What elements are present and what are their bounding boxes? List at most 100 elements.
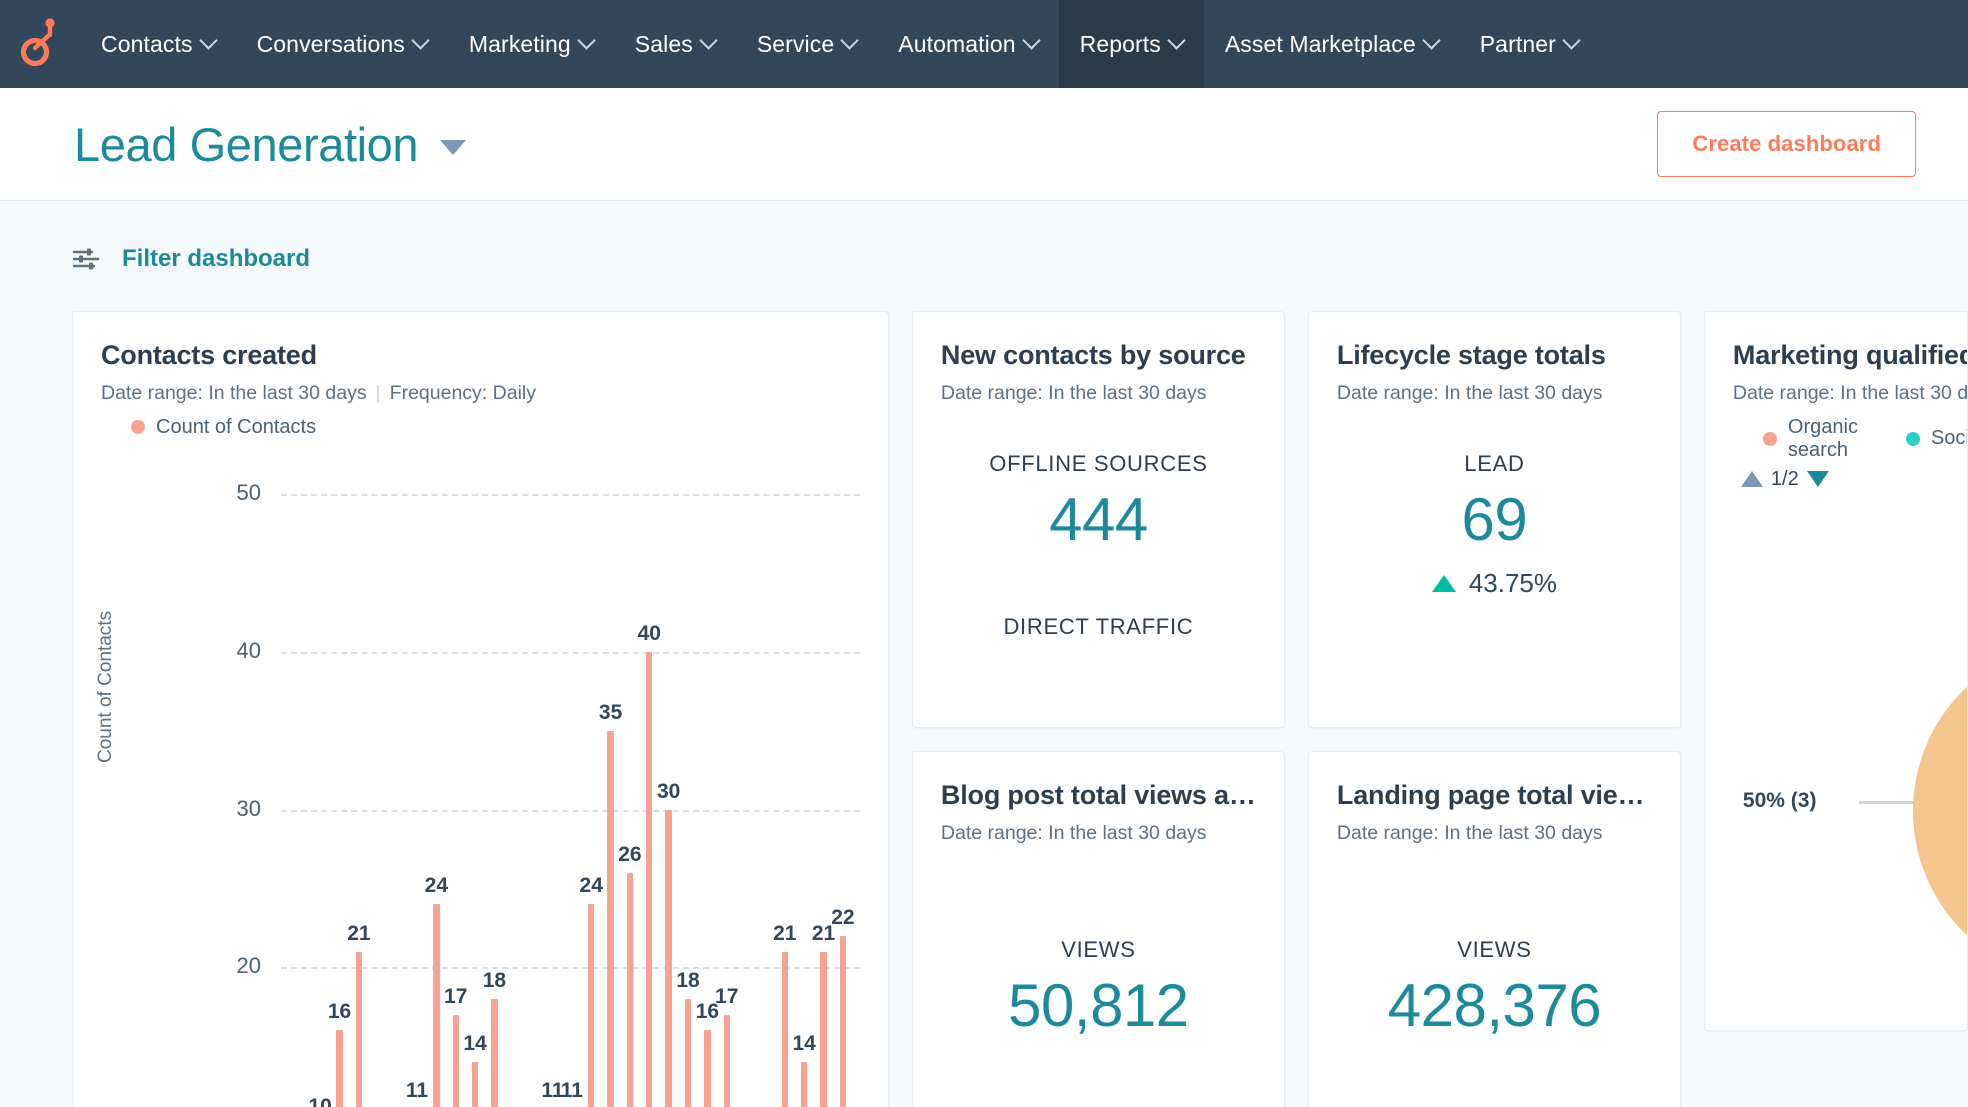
bar-column[interactable]: 18 (676, 463, 700, 1107)
chevron-down-icon (1021, 30, 1041, 50)
bar[interactable] (491, 998, 498, 1107)
bar-column[interactable]: 21 (347, 463, 371, 1107)
nav-item-marketing[interactable]: Marketing (448, 0, 614, 88)
hubspot-logo[interactable] (0, 0, 80, 88)
bar-column[interactable]: 14 (792, 463, 816, 1107)
nav-item-label: Conversations (256, 30, 405, 57)
bar-column[interactable]: 6 (743, 463, 749, 1107)
bar[interactable] (433, 904, 440, 1107)
bar-column[interactable]: 35 (599, 463, 622, 1107)
nav-item-automation[interactable]: Automation (877, 0, 1058, 88)
chevron-down-icon (411, 30, 430, 50)
dashboard-selector[interactable]: Lead Generation (74, 117, 467, 172)
dashboard-card-grid: Contacts created Date range: In the last… (0, 311, 1968, 1107)
kpi-body: VIEWS 428,376 (1337, 845, 1652, 1040)
bar-column[interactable]: 21 (812, 463, 835, 1107)
chart-pagination: 1/2 (1733, 468, 1939, 491)
nav-item-sales[interactable]: Sales (614, 0, 736, 88)
bar-value-label: 18 (676, 968, 700, 992)
bar-column[interactable]: 24 (580, 463, 603, 1107)
y-axis-tick-label: 20 (236, 953, 261, 979)
triangle-up-icon (1431, 574, 1456, 592)
bar[interactable] (588, 904, 595, 1107)
bar[interactable] (626, 872, 634, 1107)
legend-label-organic-search: Organic search (1787, 415, 1858, 461)
chevron-down-icon (1422, 30, 1441, 50)
create-dashboard-button[interactable]: Create dashboard (1657, 111, 1916, 177)
bar-column[interactable]: 16 (328, 463, 351, 1107)
card-date-range: Date range: In the last 30 days (101, 381, 367, 404)
legend-color-swatch (1905, 431, 1920, 446)
kpi-delta-value: 43.75% (1468, 567, 1558, 598)
bar-column[interactable]: 6 (762, 463, 768, 1107)
bar-column[interactable]: 21 (773, 463, 796, 1107)
card-date-range: Date range: In the last 30 days (1336, 821, 1603, 844)
nav-item-label: Automation (898, 30, 1016, 57)
bar[interactable] (452, 1014, 459, 1107)
page-header: Lead Generation Create dashboard (0, 88, 1968, 201)
bar[interactable] (355, 951, 363, 1107)
sliders-filter-icon (72, 248, 100, 270)
bar-column[interactable]: 18 (483, 463, 506, 1107)
bar-value-label: 14 (463, 1031, 487, 1055)
nav-item-contacts[interactable]: Contacts (80, 0, 236, 88)
bar-column[interactable]: 22 (831, 463, 855, 1107)
nav-item-service[interactable]: Service (736, 0, 877, 88)
card-title: New contacts by source (940, 340, 1246, 370)
chart-plot-area: 1020304050101621661124171418661111243526… (197, 463, 860, 1107)
triangle-up-icon[interactable] (1740, 471, 1763, 488)
bar-column[interactable]: 40 (638, 463, 661, 1107)
bar-column[interactable]: 6 (511, 463, 517, 1107)
bar[interactable] (800, 1061, 808, 1107)
pie-slice-organic-search[interactable] (1912, 640, 1967, 981)
bar-column[interactable]: 17 (444, 463, 467, 1107)
bar[interactable] (704, 1030, 711, 1107)
bar[interactable] (646, 651, 653, 1107)
bar-column[interactable]: 6 (375, 463, 381, 1107)
bar-column[interactable]: 30 (657, 463, 680, 1107)
card-landing-page-total-views[interactable]: Landing page total vie… Date range: In t… (1307, 751, 1681, 1107)
bar-value-label: 22 (831, 905, 855, 929)
pie-leader-line (1858, 800, 1915, 804)
card-title: Lifecycle stage totals (1336, 340, 1606, 370)
bar-column[interactable]: 6 (394, 463, 400, 1107)
bar[interactable] (684, 998, 692, 1107)
bar[interactable] (607, 730, 614, 1107)
nav-item-label: Contacts (101, 30, 193, 57)
bar[interactable] (820, 951, 827, 1107)
triangle-down-icon[interactable] (1806, 471, 1829, 488)
legend-color-swatch (1762, 431, 1777, 446)
card-new-contacts-by-source[interactable]: New contacts by source Date range: In th… (911, 311, 1285, 728)
pie-slice-label: 50% (3) (1742, 788, 1817, 812)
caret-down-icon[interactable] (440, 139, 467, 155)
bar[interactable] (723, 1014, 730, 1107)
bar-value-label: 40 (637, 621, 661, 645)
bar-column[interactable]: 26 (618, 463, 642, 1107)
bar-column[interactable]: 24 (425, 463, 448, 1107)
bar[interactable] (665, 809, 672, 1107)
bar-column[interactable]: 16 (696, 463, 719, 1107)
bar[interactable] (839, 935, 847, 1107)
filter-dashboard-button[interactable]: Filter dashboard (0, 245, 310, 273)
nav-item-asset-marketplace[interactable]: Asset Marketplace (1204, 0, 1459, 88)
bar-column[interactable]: 6 (530, 463, 536, 1107)
kpi-body: VIEWS 50,812 (941, 845, 1256, 1040)
bar[interactable] (781, 951, 788, 1107)
bar-column[interactable]: 11 (561, 463, 583, 1107)
nav-item-partner[interactable]: Partner (1459, 0, 1599, 88)
bar[interactable] (471, 1061, 479, 1107)
kpi-label: OFFLINE SOURCES (989, 450, 1208, 476)
card-blog-post-total-views[interactable]: Blog post total views a… Date range: In … (911, 751, 1285, 1107)
card-lifecycle-stage-totals[interactable]: Lifecycle stage totals Date range: In th… (1307, 311, 1681, 728)
nav-item-conversations[interactable]: Conversations (236, 0, 448, 88)
bar-column[interactable]: 11 (541, 463, 563, 1107)
card-contacts-created[interactable]: Contacts created Date range: In the last… (72, 311, 889, 1107)
bar-column[interactable]: 14 (463, 463, 487, 1107)
bar-column[interactable]: 10 (309, 463, 332, 1107)
card-marketing-qualified-leads[interactable]: Marketing qualified lead Date range: In … (1703, 311, 1968, 1031)
bar-column[interactable]: 17 (715, 463, 738, 1107)
bar-column[interactable]: 11 (406, 463, 428, 1107)
bar[interactable] (336, 1030, 343, 1107)
nav-item-label: Sales (634, 30, 693, 57)
nav-item-reports[interactable]: Reports (1058, 0, 1204, 88)
